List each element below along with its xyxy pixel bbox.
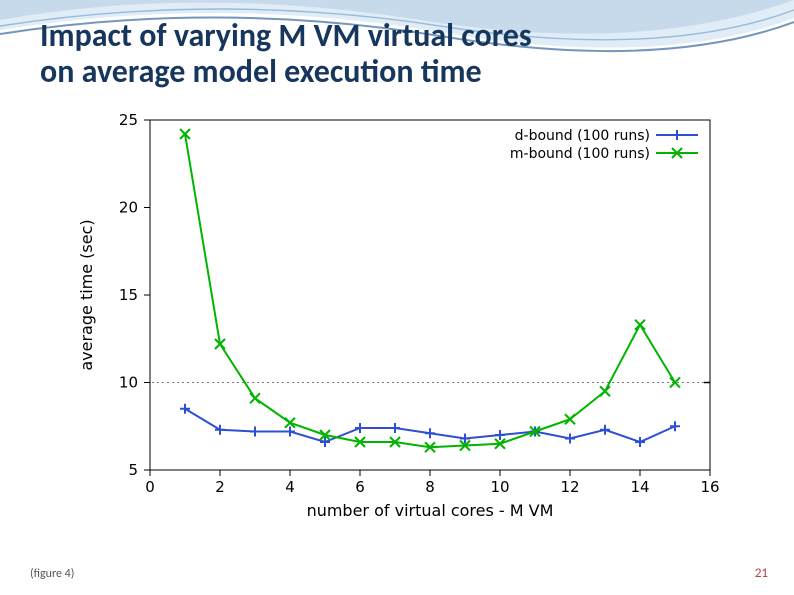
svg-text:14: 14 bbox=[630, 478, 649, 496]
svg-text:10: 10 bbox=[119, 374, 138, 392]
svg-text:0: 0 bbox=[145, 478, 155, 496]
slide-title-line1: Impact of varying M VM virtual cores bbox=[40, 18, 740, 54]
svg-text:16: 16 bbox=[700, 478, 719, 496]
svg-text:2: 2 bbox=[215, 478, 225, 496]
svg-text:number of virtual cores - M VM: number of virtual cores - M VM bbox=[307, 501, 554, 520]
page-number: 21 bbox=[755, 566, 768, 581]
svg-text:d-bound (100 runs): d-bound (100 runs) bbox=[515, 128, 650, 144]
svg-text:4: 4 bbox=[285, 478, 295, 496]
svg-text:average time (sec): average time (sec) bbox=[77, 219, 96, 370]
svg-text:m-bound (100 runs): m-bound (100 runs) bbox=[510, 146, 650, 162]
slide-title-line2: on average model execution time bbox=[40, 54, 740, 90]
svg-text:15: 15 bbox=[119, 286, 138, 304]
figure-caption: (figure 4) bbox=[30, 567, 74, 581]
svg-text:8: 8 bbox=[425, 478, 435, 496]
chart: 0 2 4 6 8 10 12 14 16 5 10 15 20 25 number of virtual … bbox=[70, 110, 730, 530]
svg-text:25: 25 bbox=[119, 111, 138, 129]
svg-text:12: 12 bbox=[560, 478, 579, 496]
svg-text:5: 5 bbox=[128, 461, 138, 479]
slide-title: Impact of varying M VM virtual cores on … bbox=[40, 18, 740, 90]
svg-text:6: 6 bbox=[355, 478, 365, 496]
svg-text:10: 10 bbox=[490, 478, 509, 496]
svg-text:20: 20 bbox=[119, 199, 138, 217]
